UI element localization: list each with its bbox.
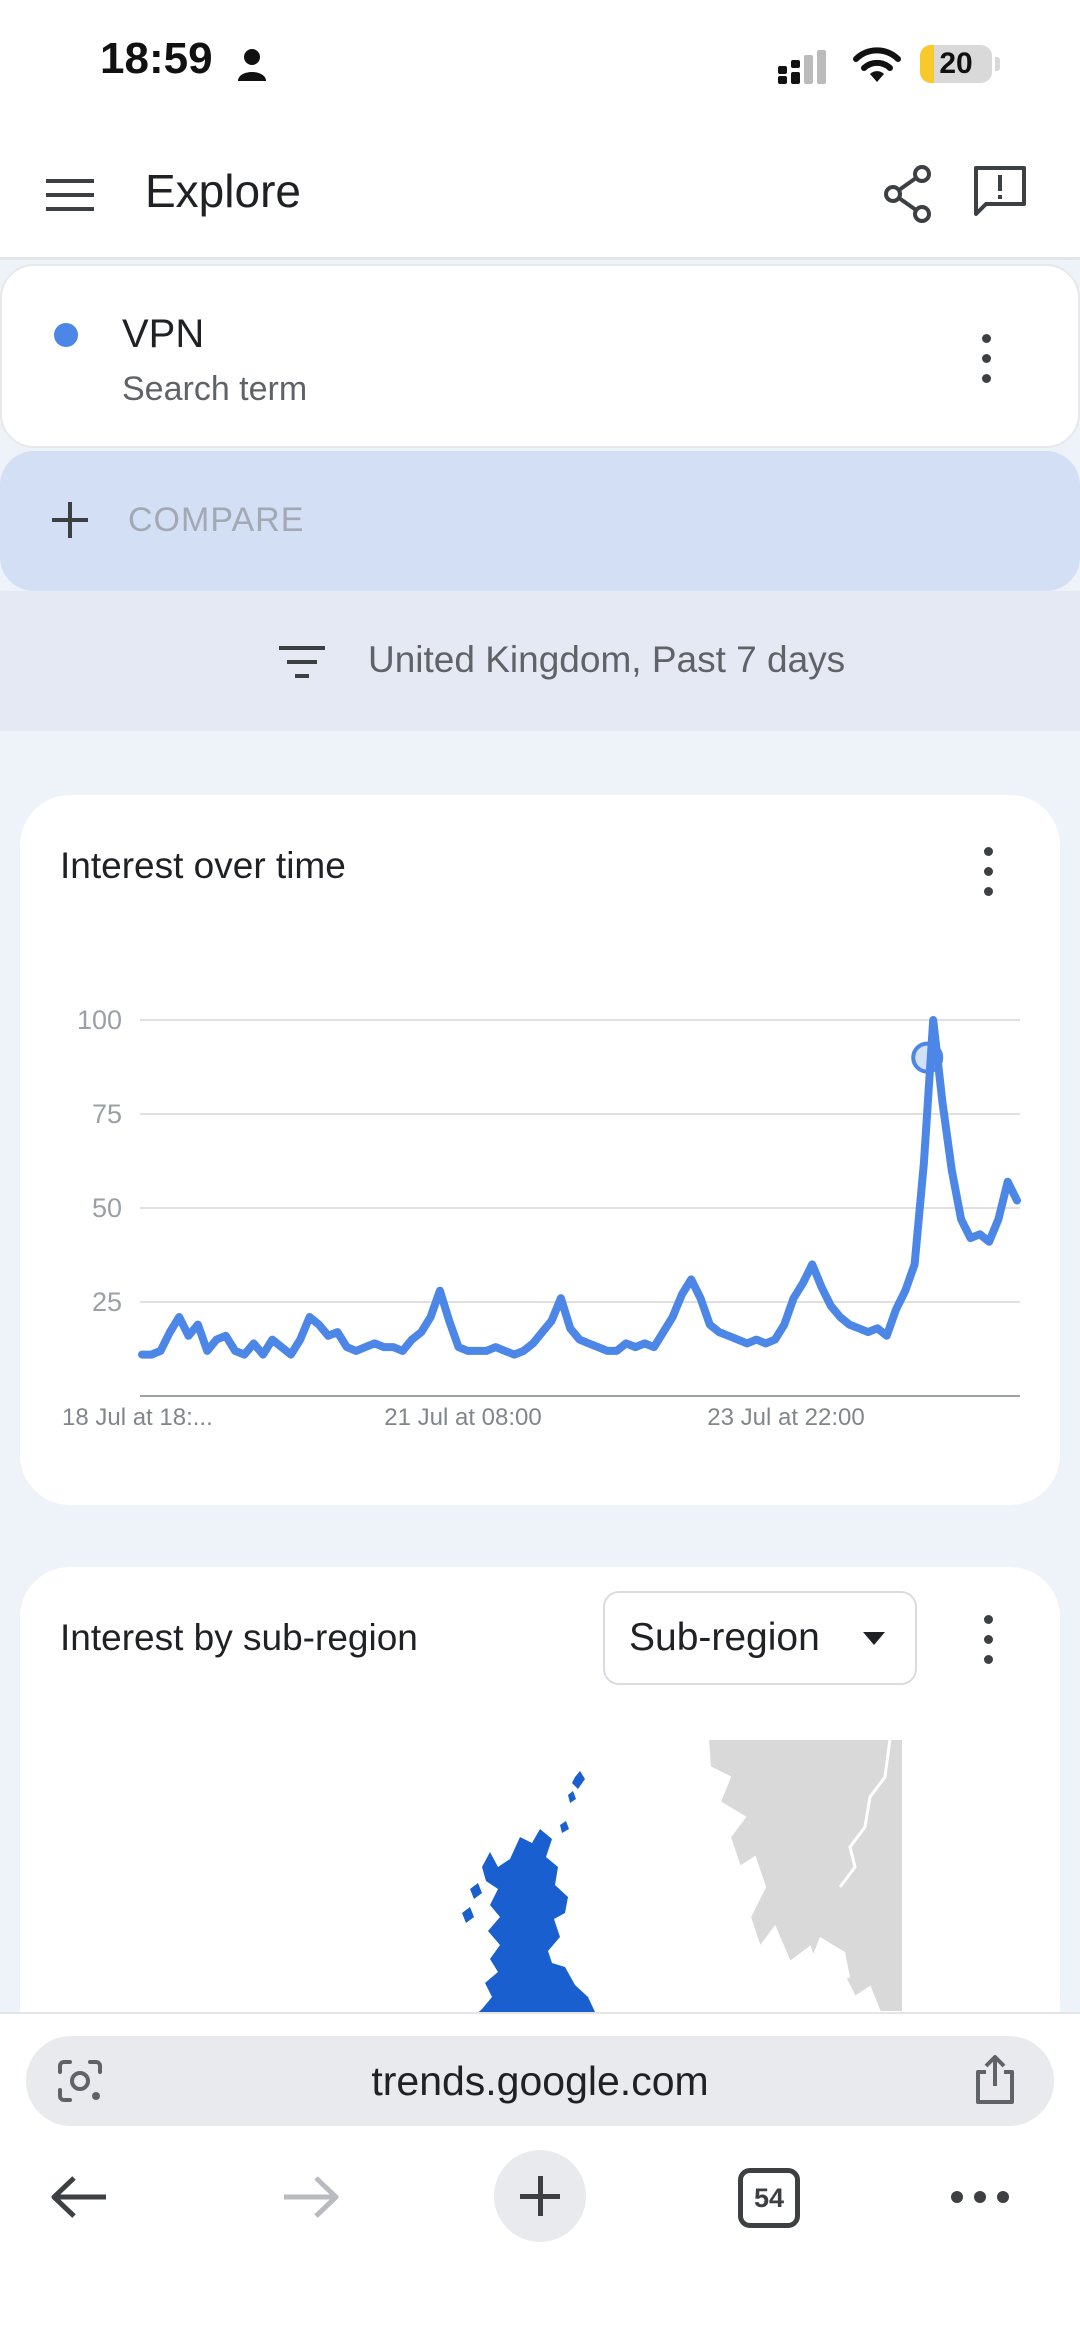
search-term-type: Search term [122,370,308,408]
compare-label: COMPARE [128,501,305,539]
search-term-card[interactable]: VPN Search term [0,264,1080,448]
interest-over-time-card: Interest over time 25 50 75 100 18 Jul at 18… [20,795,1060,1505]
new-tab-button[interactable] [494,2150,586,2242]
browser-toolbar: trends.google.com 54 [0,2012,1080,2336]
battery-indicator: 20 [920,45,1000,83]
address-bar[interactable]: trends.google.com [26,2036,1054,2126]
filter-label: United Kingdom, Past 7 days [368,639,846,680]
series-line [138,1016,1021,1359]
y-tick-label: 100 [77,1005,122,1035]
page-title: Explore [145,165,301,217]
y-tick-label: 25 [92,1287,122,1317]
x-tick-label: 21 Jul at 08:00 [384,1404,541,1431]
status-bar: 18:59 20 [0,0,1080,128]
search-term-name: VPN [122,312,205,356]
filter-icon [279,646,325,678]
feedback-icon[interactable] [972,164,1028,220]
highlight-point[interactable] [911,1041,944,1074]
line-chart[interactable]: 25 50 75 100 18 Jul at 18:... 21 Jul at 08:00… [20,795,1060,1505]
x-tick-label: 23 Jul at 22:00 [707,1404,864,1431]
cellular-signal-icon [778,50,826,84]
plus-icon [52,502,88,538]
interest-by-subregion-card: Interest by sub-region Sub-region [20,1567,1060,2067]
forward-arrow-icon [284,2176,339,2218]
compare-button[interactable]: COMPARE [0,451,1080,591]
person-icon [238,49,266,81]
tab-count: 54 [753,2183,785,2213]
app-bar: Explore [0,128,1080,260]
back-arrow-icon[interactable] [50,2174,110,2220]
status-time: 18:59 [100,34,213,83]
term-more-icon[interactable] [978,334,994,384]
y-tick-label: 75 [92,1099,122,1129]
plus-icon [520,2176,560,2216]
battery-level: 20 [939,47,973,80]
filter-row[interactable]: United Kingdom, Past 7 days [0,591,1080,731]
y-tick-label: 50 [92,1193,122,1223]
x-tick-label: 18 Jul at 18:... [62,1404,213,1431]
more-horizontal-icon[interactable] [950,2190,1010,2204]
series-color-dot [54,323,78,347]
map-other-countries [706,1738,904,2013]
tab-switcher-button[interactable]: 54 [738,2168,800,2228]
share-icon[interactable] [882,164,936,224]
wifi-icon [853,47,901,82]
hamburger-menu-icon[interactable] [46,175,94,215]
region-map[interactable] [20,1567,1060,2067]
upload-share-icon[interactable] [972,2054,1018,2106]
url-text: trends.google.com [371,2058,709,2104]
